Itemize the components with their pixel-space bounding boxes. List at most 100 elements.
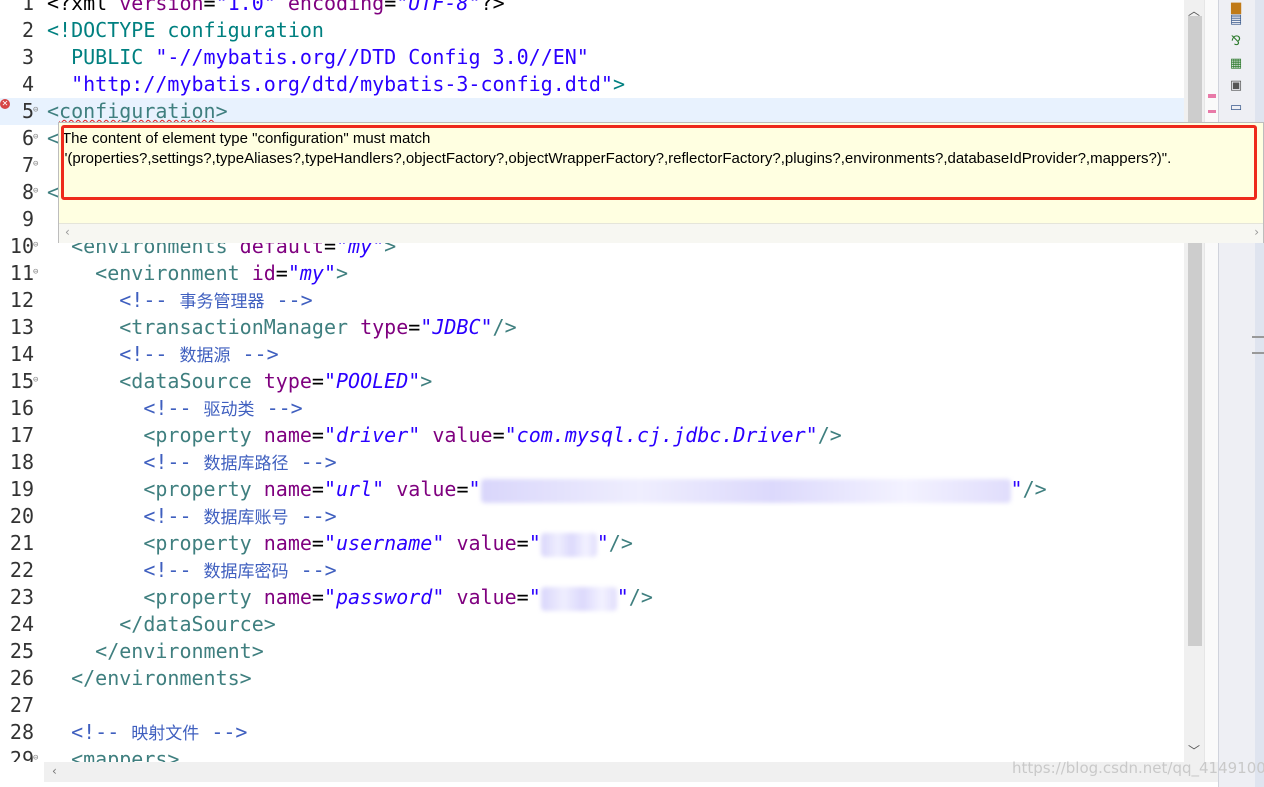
code-token: --> <box>288 558 337 582</box>
error-annotation-mark[interactable] <box>1208 94 1216 98</box>
line-number: 15 <box>9 369 34 393</box>
error-icon[interactable]: ✕ <box>0 99 10 109</box>
code-token: /> <box>1022 477 1047 501</box>
watermark: https://blog.csdn.net/qq_41491003 <box>1012 759 1264 777</box>
code-token: = <box>311 369 324 393</box>
code-token: " <box>528 531 541 555</box>
code-token: > <box>215 99 228 123</box>
code-text: <!-- 映射文件 --> <box>47 719 247 748</box>
code-text: <property name="username" value=" "/> <box>47 530 633 557</box>
line-number: 25 <box>9 639 34 663</box>
code-text: <!-- 驱动类 --> <box>47 395 302 424</box>
code-token: 数据库密码 <box>203 562 289 582</box>
code-text: <!-- 数据源 --> <box>47 341 279 370</box>
code-token: = <box>516 531 529 555</box>
code-token: "http://mybatis.org/dtd/mybatis-3-config… <box>47 72 613 96</box>
code-token: = <box>311 585 324 609</box>
code-token: " <box>468 477 481 501</box>
code-text: <environment id="my"> <box>47 260 348 287</box>
fold-toggle-icon[interactable]: ⊖ <box>33 160 42 169</box>
xml-editor[interactable]: 1 <?xml version="1.0" encoding="UTF-8"?> 2… <box>0 0 1184 762</box>
code-token: = <box>516 585 529 609</box>
code-token: <!-- <box>47 558 204 582</box>
fold-toggle-icon[interactable]: ⊖ <box>33 187 42 196</box>
vertical-scrollbar[interactable]: ︿ ﹀ <box>1184 0 1204 762</box>
code-token: > <box>336 261 349 285</box>
code-token: /> <box>817 423 842 447</box>
image-icon[interactable]: ▣ <box>1228 78 1244 94</box>
code-token: = <box>275 261 288 285</box>
fold-toggle-icon[interactable]: ⊖ <box>33 376 42 385</box>
map-icon[interactable]: ▦ <box>1228 56 1244 72</box>
code-text: <!-- 事务管理器 --> <box>47 287 313 316</box>
fold-toggle-icon[interactable]: ⊖ <box>33 268 42 277</box>
side-panel-strip <box>1255 0 1264 787</box>
code-token: "url" <box>323 477 385 501</box>
code-text: </environment> <box>47 638 264 665</box>
code-token: <transactionManager <box>47 315 361 339</box>
scrollbar-thumb[interactable] <box>1188 16 1202 646</box>
tree-icon[interactable]: ⅋ <box>1228 34 1244 50</box>
scroll-left-arrow-icon[interactable]: ‹ <box>65 225 70 239</box>
code-token: > <box>420 369 433 393</box>
line-number: 20 <box>9 504 34 528</box>
line-number: 2 <box>21 18 34 42</box>
scroll-down-arrow-icon[interactable]: ﹀ <box>1188 742 1200 759</box>
panel-grip-handle[interactable] <box>1252 336 1264 354</box>
code-token: "com.mysql.cj.jdbc.Driver" <box>504 423 818 447</box>
code-token: <property <box>47 423 264 447</box>
code-token: "POOLED" <box>323 369 421 393</box>
line-number: 1 <box>21 0 34 15</box>
code-text: <!-- 数据库账号 --> <box>47 503 336 532</box>
code-token: <mappers> <box>47 747 180 762</box>
side-toolbar: ▆ ▤ ⅋ ▦ ▣ ▭ <box>1218 0 1264 787</box>
redacted-value <box>540 532 597 557</box>
code-token: /> <box>608 531 633 555</box>
line-number: 22 <box>9 558 34 582</box>
console-icon[interactable]: ▭ <box>1228 100 1244 116</box>
code-token: PUBLIC <box>47 45 156 69</box>
code-token: " <box>528 585 541 609</box>
fold-toggle-icon[interactable]: ⊖ <box>33 106 42 115</box>
code-token: encoding <box>287 0 385 15</box>
code-text: <property name="driver" value="com.mysql… <box>47 422 842 449</box>
fold-toggle-icon[interactable]: ⊖ <box>33 241 42 250</box>
code-token: </dataSource> <box>47 612 276 636</box>
overview-ruler[interactable] <box>1204 0 1219 762</box>
line-number: 14 <box>9 342 34 366</box>
code-token: <dataSource <box>47 369 264 393</box>
line-number: 11 <box>9 261 34 285</box>
code-line[interactable]: 5 ⊖ <configuration> <box>0 98 1184 125</box>
line-number: 16 <box>9 396 34 420</box>
code-token: 数据源 <box>179 346 231 366</box>
error-annotation-mark[interactable] <box>1208 110 1216 113</box>
code-token: 事务管理器 <box>179 292 265 312</box>
code-token: --> <box>199 720 248 744</box>
code-token: </environment> <box>47 639 264 663</box>
code-token: " <box>596 531 609 555</box>
code-text: <?xml version="1.0" encoding="UTF-8"?> <box>47 0 505 17</box>
code-token: </environments> <box>47 666 252 690</box>
code-token: "-//mybatis.org//DTD Config 3.0//EN" <box>155 45 589 69</box>
code-token: " <box>616 585 629 609</box>
code-token: value <box>432 423 493 447</box>
outline-icon[interactable]: ▤ <box>1228 12 1244 28</box>
code-token: id <box>251 261 276 285</box>
code-token: <property <box>47 585 264 609</box>
scroll-right-arrow-icon[interactable]: › <box>1254 225 1259 239</box>
fold-toggle-icon[interactable]: ⊖ <box>33 754 42 763</box>
code-token: --> <box>264 288 313 312</box>
tooltip-horizontal-scrollbar[interactable]: ‹ › <box>59 223 1263 243</box>
code-text: <property name="password" value=" "/> <box>47 584 653 611</box>
code-token: name <box>263 585 312 609</box>
scroll-left-arrow-icon[interactable]: ‹ <box>52 764 57 778</box>
code-text: <dataSource type="POOLED"> <box>47 368 432 395</box>
code-text: <transactionManager type="JDBC"/> <box>47 314 516 341</box>
fold-toggle-icon[interactable]: ⊖ <box>33 133 42 142</box>
code-token: 映射文件 <box>131 724 200 744</box>
code-token: --> <box>230 342 279 366</box>
code-token: = <box>311 531 324 555</box>
